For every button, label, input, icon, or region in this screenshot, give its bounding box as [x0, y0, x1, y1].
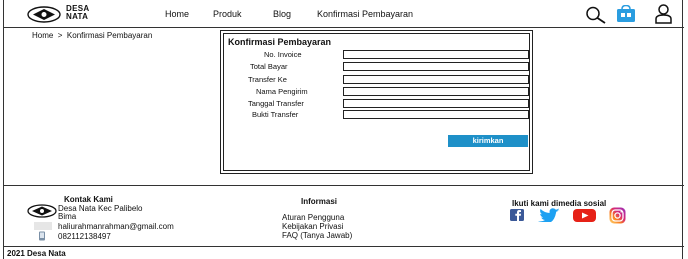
payment-confirmation-form: Konfirmasi Pembayaran No. Invoice Total …	[223, 33, 530, 171]
youtube-icon[interactable]	[573, 209, 596, 222]
field-label-bukti-transfer: Bukti Transfer	[252, 110, 299, 119]
transfer-ke-input[interactable]	[343, 75, 529, 84]
phone-icon	[39, 231, 45, 241]
field-label-no-invoice: No. Invoice	[264, 50, 302, 59]
logo-icon[interactable]	[27, 6, 61, 23]
address-line2: Bima	[58, 212, 77, 221]
breadcrumb-current: Konfirmasi Pembayaran	[66, 31, 153, 40]
field-label-transfer-ke: Transfer Ke	[248, 75, 287, 84]
breadcrumb-separator: >	[57, 31, 63, 40]
nav-konfirmasi-pembayaran[interactable]: Konfirmasi Pembayaran	[317, 9, 413, 19]
search-icon[interactable]	[585, 6, 607, 24]
brand-line2: NATA	[66, 12, 89, 21]
nav-blog[interactable]: Blog	[273, 9, 291, 19]
kirimkan-button[interactable]: kirimkan	[448, 135, 528, 147]
total-bayar-input[interactable]	[343, 62, 529, 71]
info-link-aturan-pengguna[interactable]: Aturan Pengguna	[282, 213, 344, 222]
shopping-bag-icon[interactable]	[616, 5, 636, 23]
instagram-icon[interactable]	[609, 207, 626, 224]
payment-confirmation-panel: Konfirmasi Pembayaran No. Invoice Total …	[220, 30, 533, 174]
footer-divider-bottom	[4, 246, 684, 247]
nav-produk[interactable]: Produk	[213, 9, 242, 19]
breadcrumb: Home > Konfirmasi Pembayaran	[32, 31, 152, 40]
contact-heading: Kontak Kami	[64, 195, 113, 204]
facebook-icon[interactable]	[510, 209, 524, 221]
no-invoice-input[interactable]	[343, 50, 529, 59]
footer-divider-top	[4, 185, 684, 186]
twitter-icon[interactable]	[535, 208, 561, 222]
page: DESA NATA Home Produk Blog Konfirmasi Pe…	[3, 0, 684, 259]
email-icon	[34, 222, 52, 230]
field-label-tanggal-transfer: Tanggal Transfer	[248, 99, 304, 108]
field-label-nama-pengirim: Nama Pengirim	[256, 87, 308, 96]
info-heading: Informasi	[301, 197, 338, 206]
copyright: 2021 Desa Nata	[7, 249, 66, 258]
field-label-total-bayar: Total Bayar	[250, 62, 288, 71]
social-heading: Ikuti kami dimedia sosial	[512, 199, 607, 208]
nama-pengirim-input[interactable]	[343, 87, 529, 96]
bukti-transfer-input[interactable]	[343, 110, 529, 119]
contact-phone[interactable]: 082112138497	[58, 232, 111, 241]
form-title: Konfirmasi Pembayaran	[228, 37, 332, 47]
info-link-kebijakan-privasi[interactable]: Kebijakan Privasi	[282, 222, 343, 231]
footer-logo-icon	[27, 204, 57, 218]
breadcrumb-home[interactable]: Home	[32, 31, 53, 40]
contact-email[interactable]: haliurahmanrahman@gmail.com	[58, 222, 174, 231]
brand-name[interactable]: DESA NATA	[66, 5, 89, 21]
info-link-faq[interactable]: FAQ (Tanya Jawab)	[282, 231, 352, 240]
tanggal-transfer-input[interactable]	[343, 99, 529, 108]
nav-home[interactable]: Home	[165, 9, 189, 19]
user-icon[interactable]	[655, 4, 672, 24]
site-header: DESA NATA Home Produk Blog Konfirmasi Pe…	[4, 0, 684, 28]
